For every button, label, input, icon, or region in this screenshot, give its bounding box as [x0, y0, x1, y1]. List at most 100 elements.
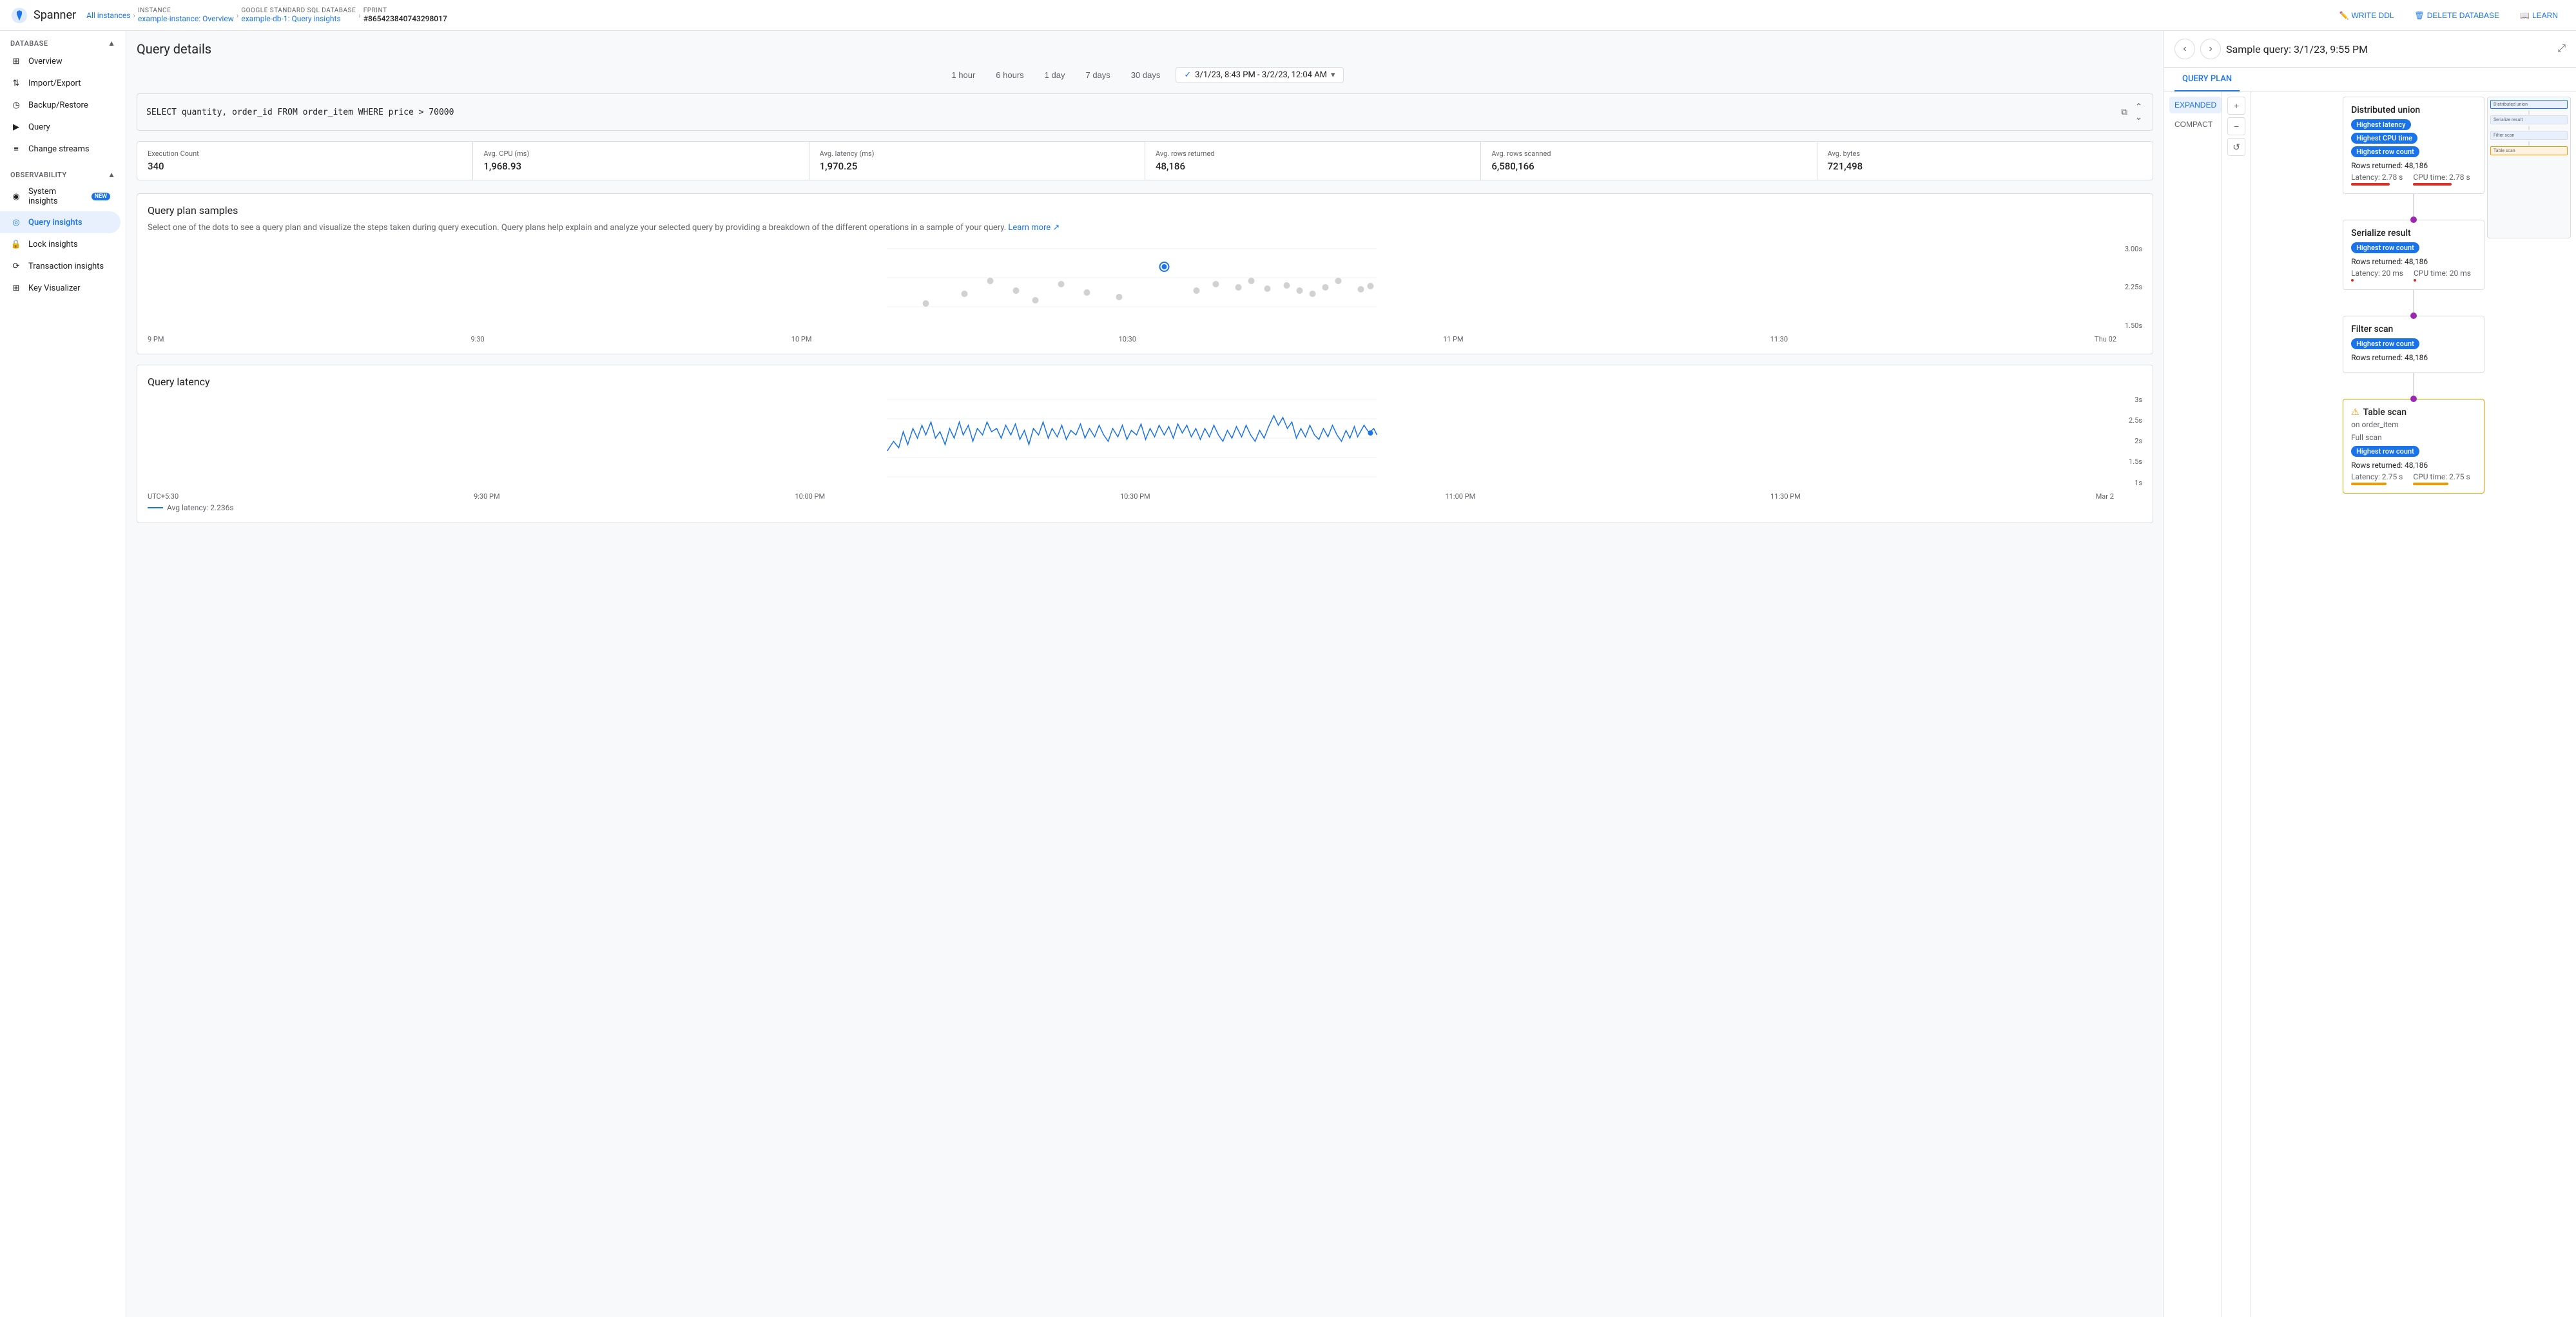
expand-sql-button[interactable]: ⌃⌄	[2134, 101, 2144, 124]
new-badge: NEW	[92, 193, 110, 200]
badge-highest-latency: Highest latency	[2351, 119, 2410, 130]
stat-avg-bytes: Avg. bytes 721,498	[1817, 142, 2153, 180]
connector-3	[2413, 373, 2414, 399]
expand-panel-button[interactable]: ⤢	[2557, 43, 2566, 55]
latency-x-axis: UTC+5:30 9:30 PM 10:00 PM 10:30 PM 11:00…	[148, 492, 2142, 501]
sidebar-item-change-streams[interactable]: ≡ Change streams	[0, 138, 121, 160]
breadcrumb: All instances › INSTANCE example-instanc…	[86, 7, 2321, 23]
time-6h[interactable]: 6 hours	[991, 68, 1029, 82]
learn-button[interactable]: 📖 LEARN	[2512, 7, 2566, 24]
chevron-up-icon-obs: ▲	[108, 170, 115, 179]
plan-node-filter-scan: Filter scan Highest row count Rows retur…	[2343, 316, 2484, 373]
dropdown-icon: ▾	[1331, 70, 1335, 80]
time-30d[interactable]: 30 days	[1126, 68, 1166, 82]
tab-query-plan[interactable]: QUERY PLAN	[2174, 68, 2240, 91]
plan-node-table-scan: ⚠ Table scan on order_item Full scan Hig…	[2343, 399, 2484, 494]
badge-highest-row-count-1: Highest row count	[2351, 242, 2419, 253]
connector-line-3	[2413, 373, 2414, 399]
learn-more-link[interactable]: Learn more ↗	[1008, 223, 1060, 233]
query-plan-content: EXPANDED COMPACT + − ↺ Distributed union	[2164, 91, 2576, 1317]
query-latency-section: Query latency 3s	[137, 365, 2153, 523]
write-ddl-button[interactable]: ✏️ WRITE DDL	[2332, 7, 2402, 24]
serialize-result-badges: Highest row count	[2351, 242, 2476, 253]
scatter-section-desc: Select one of the dots to see a query pl…	[148, 222, 2142, 235]
sample-query-title: Sample query: 3/1/23, 9:55 PM	[2226, 43, 2552, 55]
sidebar-item-query[interactable]: ▶ Query	[0, 116, 121, 138]
zoom-in-button[interactable]: +	[2227, 97, 2245, 115]
trash-icon: 🗑	[2415, 11, 2425, 20]
latency-svg	[148, 393, 2116, 490]
stat-avg-rows-returned: Avg. rows returned 48,186	[1145, 142, 1481, 180]
latency-y-axis: 3s 2.5s 2s 1.5s 1s	[2116, 393, 2142, 490]
sidebar-item-import-export[interactable]: ⇅ Import/Export	[0, 72, 121, 94]
topbar-actions: ✏️ WRITE DDL 🗑 DELETE DATABASE 📖 LEARN	[2332, 7, 2566, 24]
sql-text: SELECT quantity, order_id FROM order_ite…	[146, 108, 454, 117]
latency-legend: Avg latency: 2.236s	[148, 503, 2142, 512]
sidebar-item-overview[interactable]: ⊞ Overview	[0, 50, 121, 72]
sidebar-item-key-visualizer[interactable]: ⊞ Key Visualizer	[0, 277, 121, 299]
sidebar-item-system-insights[interactable]: ◉ System insights NEW	[0, 182, 121, 211]
connector-line-2	[2413, 290, 2414, 316]
delete-database-button[interactable]: 🗑 DELETE DATABASE	[2407, 7, 2508, 24]
scatter-section-title: Query plan samples	[148, 204, 2142, 216]
lock-icon: 🔒	[10, 238, 22, 250]
sql-actions: ⧉ ⌃⌄	[2120, 101, 2144, 124]
right-panel: ‹ › Sample query: 3/1/23, 9:55 PM ⤢ QUER…	[2164, 31, 2576, 1317]
breadcrumb-fprint: FPRINT #865423840743298017	[363, 7, 447, 23]
time-7d[interactable]: 7 days	[1080, 68, 1115, 82]
distributed-union-badges: Highest latency Highest CPU time Highest…	[2351, 119, 2476, 157]
streams-icon: ≡	[10, 143, 22, 155]
scatter-chart: 3.00s 2.25s 1.50s 9 PM 9:30 10 PM 10:30 …	[148, 242, 2142, 343]
time-1d[interactable]: 1 day	[1040, 68, 1070, 82]
scatter-y-axis: 3.00s 2.25s 1.50s	[2116, 242, 2142, 332]
import-icon: ⇅	[10, 77, 22, 89]
stats-row: Execution Count 340 Avg. CPU (ms) 1,968.…	[137, 141, 2153, 180]
table-scan-latency: Latency: 2.75 s CPU time: 2.75 s	[2351, 472, 2476, 485]
sidebar-item-lock-insights[interactable]: 🔒 Lock insights	[0, 233, 121, 255]
expanded-view-button[interactable]: EXPANDED	[2169, 97, 2222, 113]
sidebar-item-backup-restore[interactable]: ◷ Backup/Restore	[0, 94, 121, 116]
time-range-picker[interactable]: ✓ 3/1/23, 8:43 PM - 3/2/23, 12:04 AM ▾	[1176, 67, 1343, 83]
connector-2	[2413, 290, 2414, 316]
badge-highest-row-count-3: Highest row count	[2351, 446, 2419, 457]
stat-avg-rows-scanned: Avg. rows scanned 6,580,166	[1481, 142, 1817, 180]
latency-bar-0	[2351, 183, 2390, 186]
cpu-bar-3	[2413, 483, 2448, 485]
time-controls: 1 hour 6 hours 1 day 7 days 30 days ✓ 3/…	[137, 67, 2153, 83]
right-panel-tabs: QUERY PLAN	[2164, 68, 2576, 91]
backup-icon: ◷	[10, 99, 22, 111]
obs-section-title: OBSERVABILITY	[10, 171, 67, 179]
connector-dot-1	[2410, 216, 2417, 223]
plan-thumbnail: Distributed union | Serialize result | F…	[2487, 97, 2571, 238]
plan-area: Distributed union Highest latency Highes…	[2251, 91, 2576, 1317]
transaction-icon: ⟳	[10, 260, 22, 272]
view-toggle: EXPANDED COMPACT	[2164, 91, 2222, 1317]
prev-sample-button[interactable]: ‹	[2174, 39, 2195, 59]
warning-icon: ⚠	[2351, 407, 2359, 418]
time-1h[interactable]: 1 hour	[946, 68, 980, 82]
zoom-out-button[interactable]: −	[2227, 117, 2245, 135]
stat-avg-latency: Avg. latency (ms) 1,970.25	[809, 142, 1145, 180]
stat-avg-cpu: Avg. CPU (ms) 1,968.93	[473, 142, 809, 180]
connector-dot-3	[2410, 396, 2417, 402]
connector-dot-2	[2410, 312, 2417, 319]
compact-view-button[interactable]: COMPACT	[2169, 116, 2222, 133]
distributed-union-latency: Latency: 2.78 s CPU time: 2.78 s	[2351, 173, 2476, 186]
next-sample-button[interactable]: ›	[2200, 39, 2221, 59]
cpu-bar-1	[2414, 279, 2416, 282]
breadcrumb-all-instances[interactable]: All instances	[86, 11, 130, 20]
serialize-result-latency: Latency: 20 ms CPU time: 20 ms	[2351, 269, 2476, 282]
legend-line	[148, 507, 163, 508]
sidebar-item-transaction-insights[interactable]: ⟳ Transaction insights	[0, 255, 121, 277]
reset-zoom-button[interactable]: ↺	[2227, 138, 2245, 156]
spanner-icon	[10, 6, 28, 24]
connector-line-1	[2413, 194, 2414, 220]
right-panel-header: ‹ › Sample query: 3/1/23, 9:55 PM ⤢	[2164, 31, 2576, 68]
plan-node-serialize-result: Serialize result Highest row count Rows …	[2343, 220, 2484, 290]
breadcrumb-instance: INSTANCE example-instance: Overview	[138, 7, 234, 23]
sidebar-item-query-insights[interactable]: ◎ Query insights	[0, 211, 121, 233]
system-icon: ◉	[10, 191, 22, 202]
filter-scan-badges: Highest row count	[2351, 338, 2476, 349]
copy-sql-button[interactable]: ⧉	[2120, 101, 2129, 124]
latency-section-title: Query latency	[148, 376, 2142, 388]
